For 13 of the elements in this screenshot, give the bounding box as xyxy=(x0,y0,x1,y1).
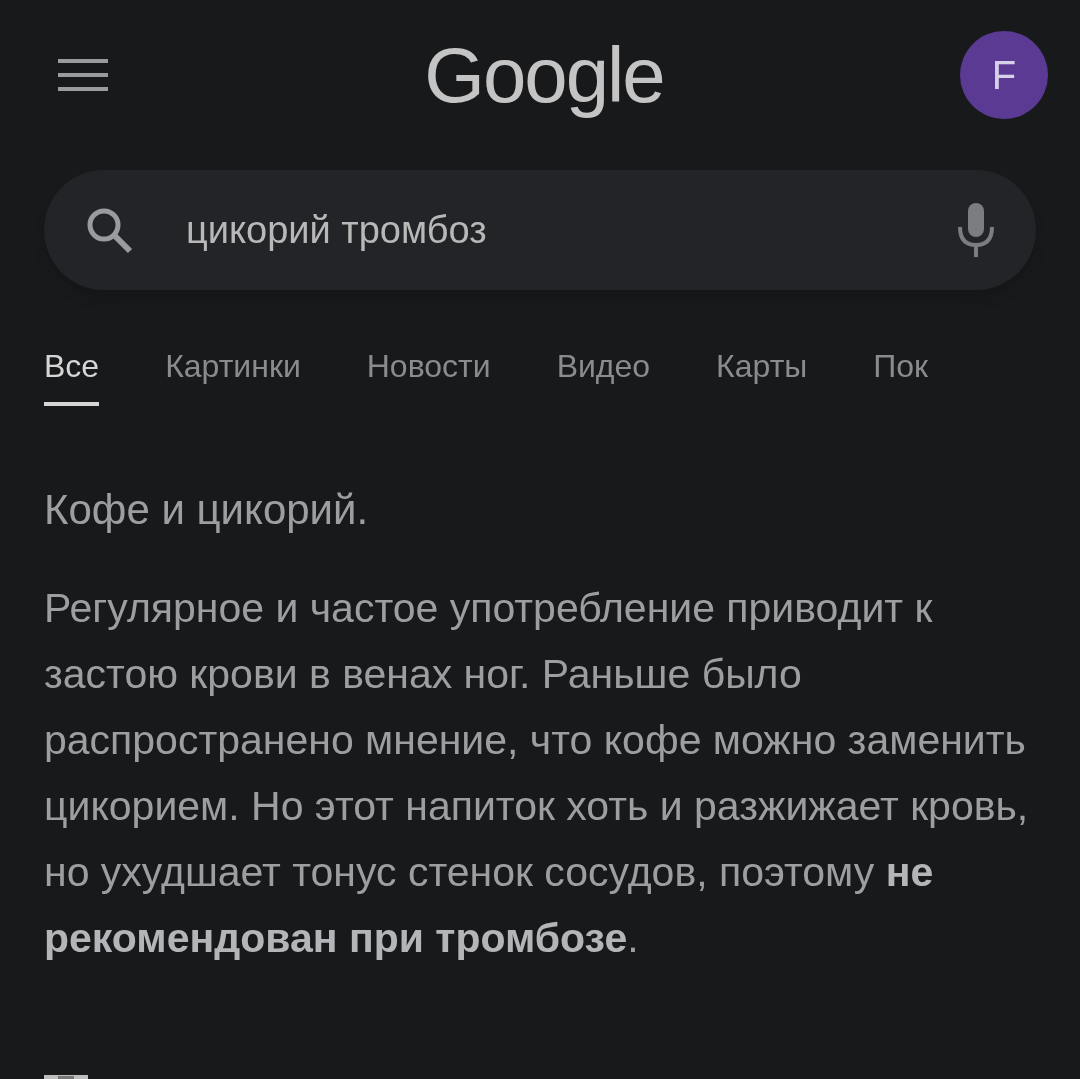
result-snippet: Регулярное и частое употребление приводит к застою крови в венах ног. Раньше было распространено мнение, что кофе можно заменить цикорием. Но этот напиток хоть и разжижает кровь, но ухудшает тонус стенок сосудов, поэтому не рекомендован при тромбозе. xyxy=(43,584,1030,963)
tab[interactable]: Новости xyxy=(366,342,491,406)
tab[interactable]: Все xyxy=(44,342,100,406)
tab[interactable]: Картинки xyxy=(165,342,301,406)
tab[interactable]: Карты xyxy=(716,342,808,406)
search-field[interactable]: цикорий тромбоз xyxy=(44,170,1036,290)
search-text: цикорий тромбоз xyxy=(186,207,488,253)
tab[interactable]: Видео xyxy=(556,342,651,406)
menu-icon[interactable] xyxy=(58,57,108,93)
result-title: Кофе и цикорий. xyxy=(43,485,370,535)
avatar[interactable]: F xyxy=(960,31,1048,119)
microphone-icon[interactable] xyxy=(956,203,996,257)
tab[interactable]: Пок xyxy=(873,342,929,406)
